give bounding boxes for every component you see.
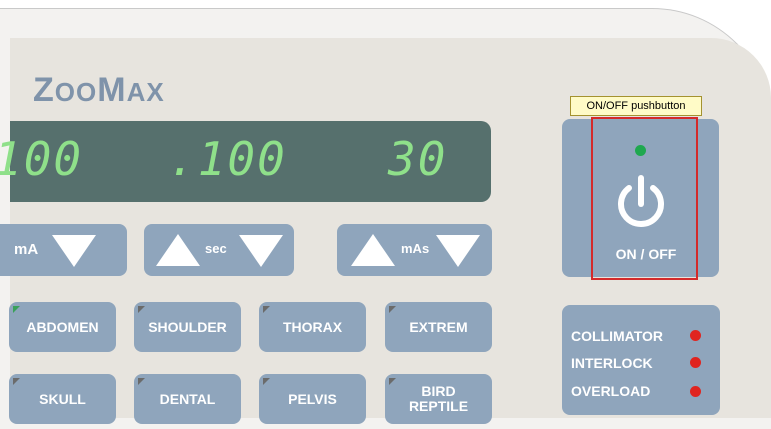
ma-control-group: mA bbox=[0, 224, 127, 276]
sec-readout: .100 bbox=[168, 132, 287, 186]
sec-increase-button[interactable] bbox=[156, 234, 200, 266]
mas-decrease-button[interactable] bbox=[436, 235, 480, 267]
preset-thorax-button[interactable]: THORAX bbox=[259, 302, 366, 352]
mas-label: mAs bbox=[401, 241, 430, 256]
brand-logo: ZOOMAX bbox=[33, 71, 165, 109]
mas-control-group: mAs bbox=[337, 224, 492, 276]
corner-marker-icon bbox=[138, 306, 145, 313]
preset-shoulder-button[interactable]: SHOULDER bbox=[134, 302, 241, 352]
sec-label: sec bbox=[205, 241, 227, 256]
collimator-led bbox=[690, 330, 701, 341]
sec-control-group: sec bbox=[144, 224, 294, 276]
mas-increase-button[interactable] bbox=[351, 234, 395, 266]
preset-bird-reptile-button[interactable]: BIRD REPTILE bbox=[385, 374, 492, 424]
preset-skull-button[interactable]: SKULL bbox=[9, 374, 116, 424]
preset-dental-button[interactable]: DENTAL bbox=[134, 374, 241, 424]
sec-decrease-button[interactable] bbox=[239, 235, 283, 267]
preset-pelvis-button[interactable]: PELVIS bbox=[259, 374, 366, 424]
corner-marker-icon bbox=[263, 378, 270, 385]
power-button-highlight[interactable] bbox=[591, 117, 698, 280]
collimator-status-label: COLLIMATOR bbox=[571, 328, 664, 344]
interlock-led bbox=[690, 357, 701, 368]
overload-status-label: OVERLOAD bbox=[571, 383, 651, 399]
corner-marker-icon bbox=[263, 306, 270, 313]
corner-marker-icon bbox=[13, 378, 20, 385]
corner-marker-icon bbox=[138, 378, 145, 385]
overload-led bbox=[690, 386, 701, 397]
corner-marker-icon bbox=[389, 306, 396, 313]
selected-indicator-icon bbox=[13, 306, 20, 313]
power-tooltip: ON/OFF pushbutton bbox=[570, 96, 702, 116]
interlock-status-label: INTERLOCK bbox=[571, 355, 653, 371]
ma-decrease-button[interactable] bbox=[52, 235, 96, 267]
preset-abdomen-button[interactable]: ABDOMEN bbox=[9, 302, 116, 352]
ma-readout: 100 bbox=[0, 132, 84, 186]
mas-readout: 30 bbox=[388, 132, 448, 186]
preset-extrem-button[interactable]: EXTREM bbox=[385, 302, 492, 352]
corner-marker-icon bbox=[389, 378, 396, 385]
ma-label: mA bbox=[14, 241, 39, 258]
